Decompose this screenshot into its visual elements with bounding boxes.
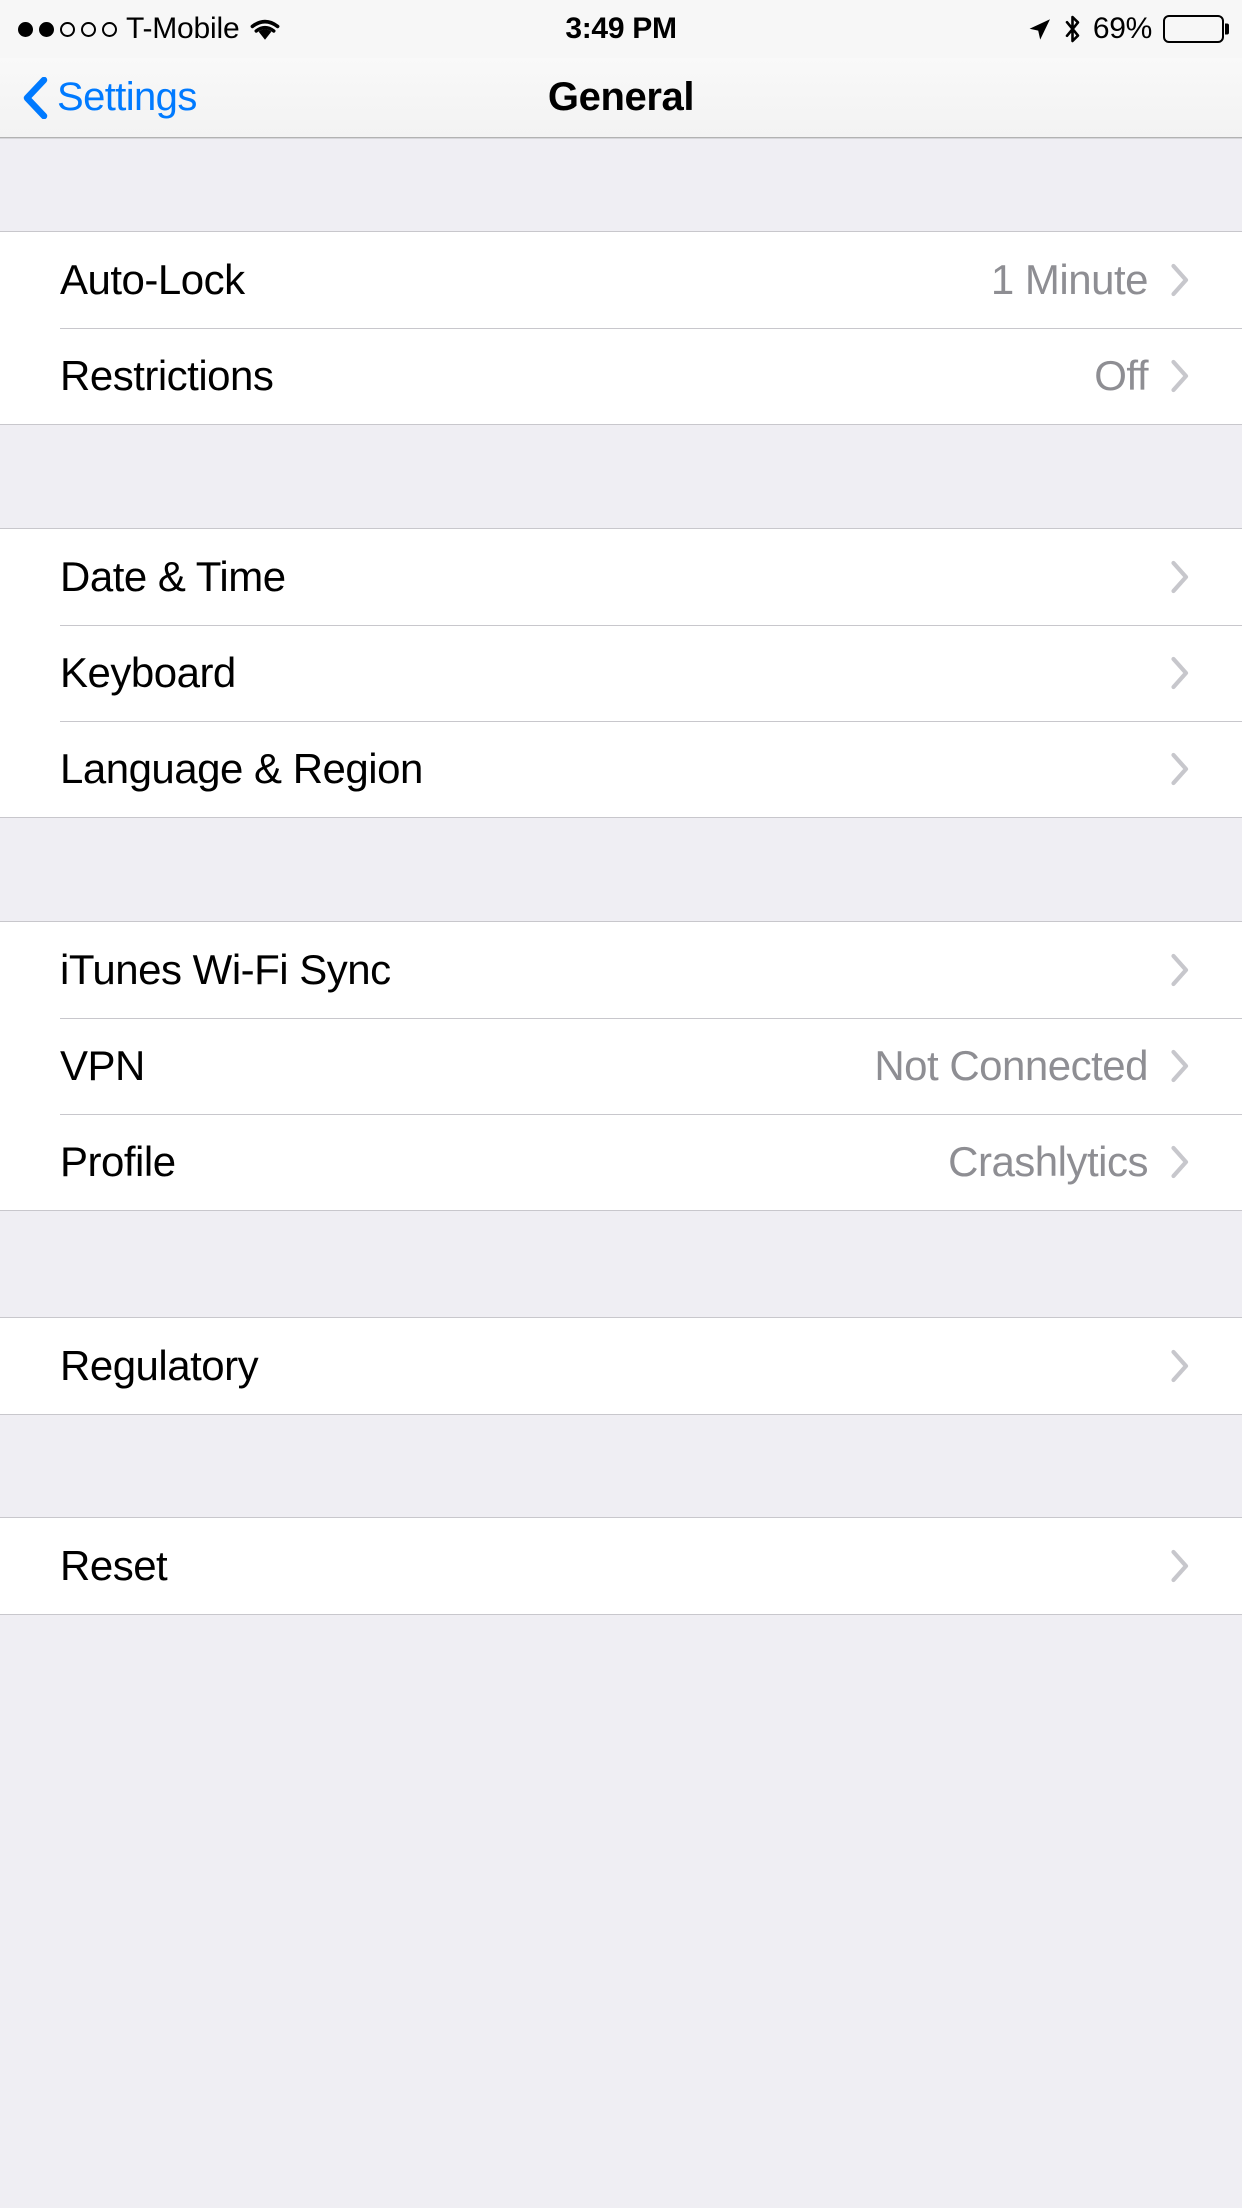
- chevron-right-icon: [1170, 1549, 1190, 1583]
- settings-row[interactable]: Regulatory: [0, 1318, 1242, 1414]
- settings-table: Auto-Lock 1 Minute Restrictions Off Date & T…: [0, 138, 1242, 1727]
- settings-row-accessory: [1170, 656, 1190, 690]
- settings-row[interactable]: Reset: [0, 1518, 1242, 1614]
- settings-row[interactable]: Date & Time: [0, 529, 1242, 625]
- settings-row-accessory: [1170, 1349, 1190, 1383]
- bluetooth-icon: [1063, 15, 1082, 43]
- settings-row-label: Language & Region: [60, 745, 423, 792]
- settings-row[interactable]: Language & Region: [0, 721, 1242, 817]
- chevron-right-icon: [1170, 263, 1190, 297]
- chevron-right-icon: [1170, 1145, 1190, 1179]
- chevron-right-icon: [1170, 359, 1190, 393]
- chevron-right-icon: [1170, 656, 1190, 690]
- chevron-right-icon: [1170, 752, 1190, 786]
- group-spacer: [0, 1414, 1242, 1518]
- signal-strength-dots: [18, 21, 117, 37]
- settings-group: Date & Time Keyboard Language & Region: [0, 529, 1242, 817]
- group-spacer: [0, 424, 1242, 529]
- settings-row-value: Not Connected: [874, 1042, 1148, 1089]
- signal-dot: [18, 21, 33, 37]
- wifi-icon: [248, 16, 282, 42]
- battery-percent-label: 69%: [1092, 12, 1152, 45]
- settings-row-accessory: Off: [1094, 352, 1190, 400]
- page-title: General: [547, 75, 695, 119]
- navigation-bar: Settings General: [0, 58, 1242, 138]
- signal-dot: [60, 21, 75, 37]
- settings-group: Reset: [0, 1518, 1242, 1614]
- settings-row-label: Regulatory: [60, 1342, 259, 1389]
- settings-row-label: iTunes Wi-Fi Sync: [60, 946, 391, 993]
- settings-row-value: Off: [1094, 352, 1148, 399]
- settings-row-label: Keyboard: [60, 649, 236, 696]
- settings-group: iTunes Wi-Fi Sync VPN Not Connected Profile…: [0, 922, 1242, 1210]
- signal-dot: [102, 21, 117, 37]
- settings-row-accessory: Crashlytics: [948, 1138, 1190, 1186]
- settings-row-accessory: [1170, 560, 1190, 594]
- location-arrow-icon: [1027, 17, 1052, 42]
- settings-row-label: Date & Time: [60, 553, 286, 600]
- settings-row-label: Restrictions: [60, 352, 274, 399]
- settings-row-label: Profile: [60, 1138, 176, 1185]
- status-bar-left: T-Mobile: [18, 0, 282, 58]
- settings-row-label: Reset: [60, 1542, 168, 1589]
- group-spacer: [0, 138, 1242, 232]
- settings-row-value: Crashlytics: [948, 1138, 1148, 1185]
- settings-group: Regulatory: [0, 1318, 1242, 1414]
- status-bar: T-Mobile 3:49 PM 69%: [0, 0, 1242, 58]
- settings-row-accessory: [1170, 1549, 1190, 1583]
- settings-row-label: VPN: [60, 1042, 145, 1089]
- battery-icon: [1163, 15, 1224, 43]
- settings-row[interactable]: iTunes Wi-Fi Sync: [0, 922, 1242, 1018]
- settings-row[interactable]: Restrictions Off: [0, 328, 1242, 424]
- settings-row[interactable]: Auto-Lock 1 Minute: [0, 232, 1242, 328]
- group-spacer: [0, 1210, 1242, 1318]
- settings-row[interactable]: VPN Not Connected: [0, 1018, 1242, 1114]
- status-bar-clock: 3:49 PM: [565, 12, 677, 45]
- settings-row-accessory: 1 Minute: [991, 256, 1190, 304]
- settings-row-accessory: [1170, 752, 1190, 786]
- signal-dot: [39, 21, 54, 37]
- settings-row[interactable]: Profile Crashlytics: [0, 1114, 1242, 1210]
- chevron-right-icon: [1170, 1349, 1190, 1383]
- carrier-name: T-Mobile: [126, 12, 240, 45]
- chevron-right-icon: [1170, 953, 1190, 987]
- bottom-spacer: [0, 1614, 1242, 1727]
- settings-row-accessory: Not Connected: [874, 1042, 1190, 1090]
- status-bar-right: 69%: [1027, 0, 1224, 58]
- signal-dot: [81, 21, 96, 37]
- settings-row-value: 1 Minute: [990, 256, 1149, 303]
- chevron-right-icon: [1170, 1049, 1190, 1083]
- settings-row-accessory: [1170, 953, 1190, 987]
- group-spacer: [0, 817, 1242, 922]
- settings-group: Auto-Lock 1 Minute Restrictions Off: [0, 232, 1242, 424]
- settings-row-label: Auto-Lock: [60, 256, 245, 303]
- chevron-right-icon: [1170, 560, 1190, 594]
- settings-row[interactable]: Keyboard: [0, 625, 1242, 721]
